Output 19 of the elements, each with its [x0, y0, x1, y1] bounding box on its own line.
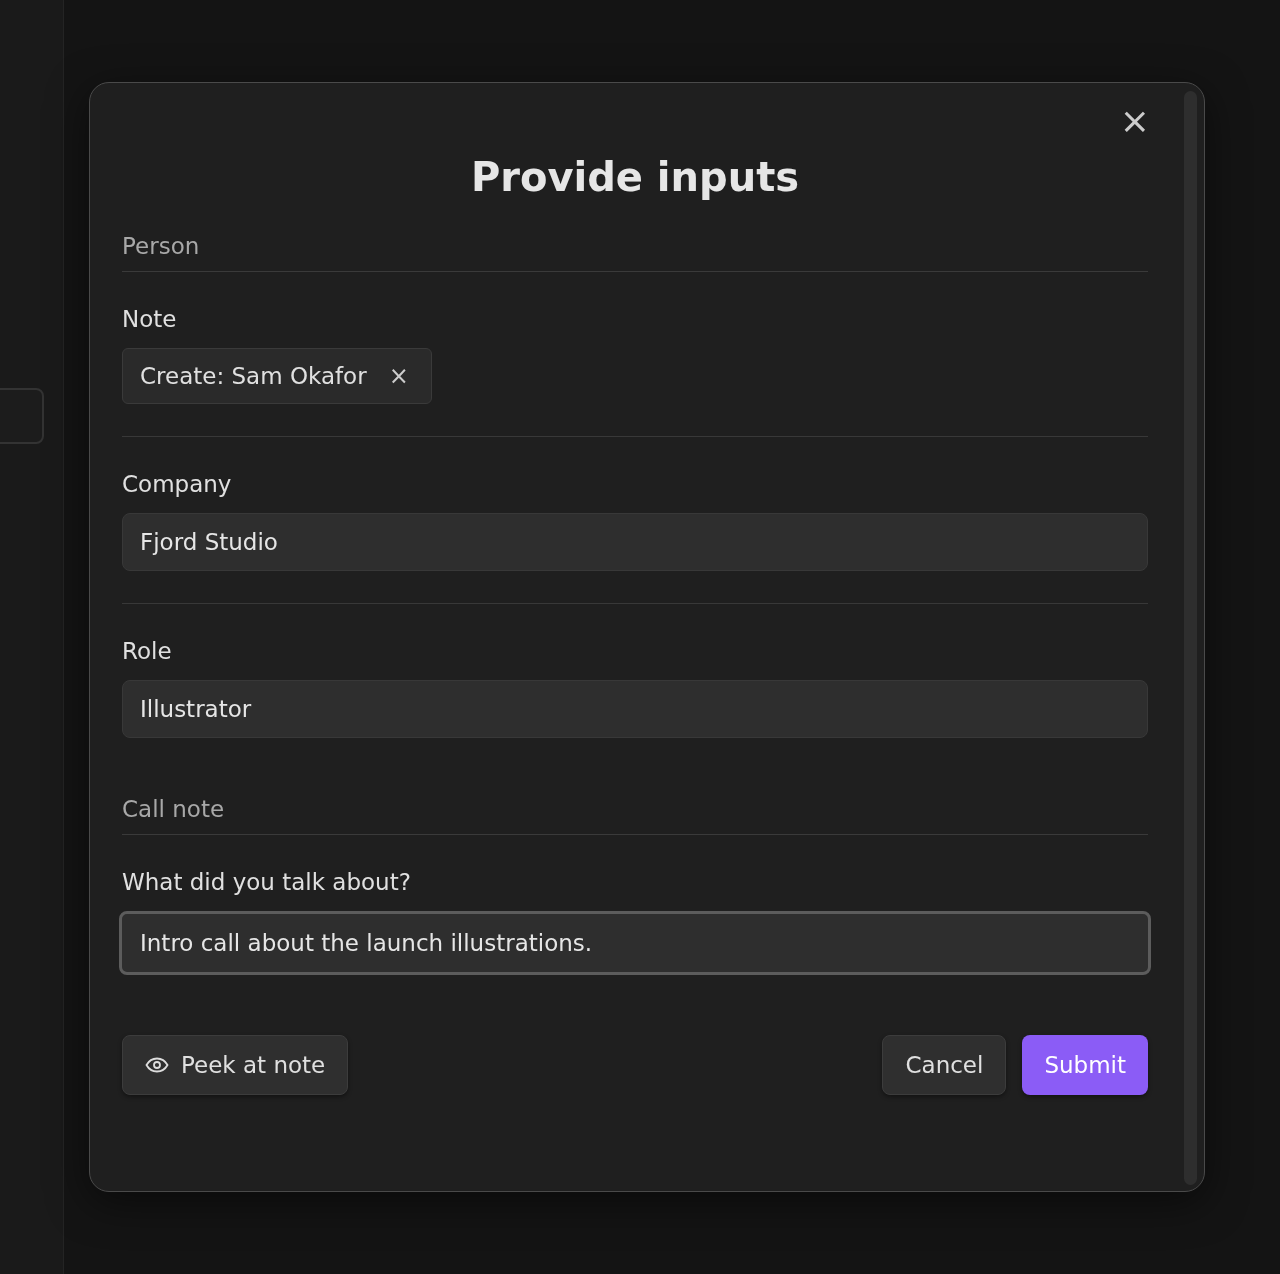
close-button[interactable]: ×: [1113, 101, 1156, 141]
remove-icon[interactable]: ×: [388, 362, 409, 390]
sidebar-item[interactable]: [0, 388, 44, 444]
input-field[interactable]: Intro call about the launch illustrations.: [119, 911, 1151, 975]
field-label: Company: [122, 471, 233, 497]
eye-icon: [145, 1057, 169, 1073]
note-chip[interactable]: Create: Sam Okafor ×: [122, 348, 432, 404]
input-field[interactable]: Illustrator: [122, 680, 1148, 738]
field-label: Role: [122, 638, 173, 664]
section-heading: Person: [122, 233, 1148, 272]
section-heading: Call note: [122, 796, 1148, 835]
input-field[interactable]: Fjord Studio: [122, 513, 1148, 571]
field-label: Note: [122, 306, 178, 332]
field-label: What did you talk about?: [122, 869, 412, 895]
dialog-title: Provide inputs: [469, 153, 801, 202]
scrollbar[interactable]: [1184, 91, 1197, 1185]
peek-button[interactable]: Peek at note: [122, 1035, 349, 1095]
cancel-button[interactable]: Cancel: [882, 1035, 1007, 1095]
submit-button[interactable]: Submit: [1022, 1035, 1148, 1095]
